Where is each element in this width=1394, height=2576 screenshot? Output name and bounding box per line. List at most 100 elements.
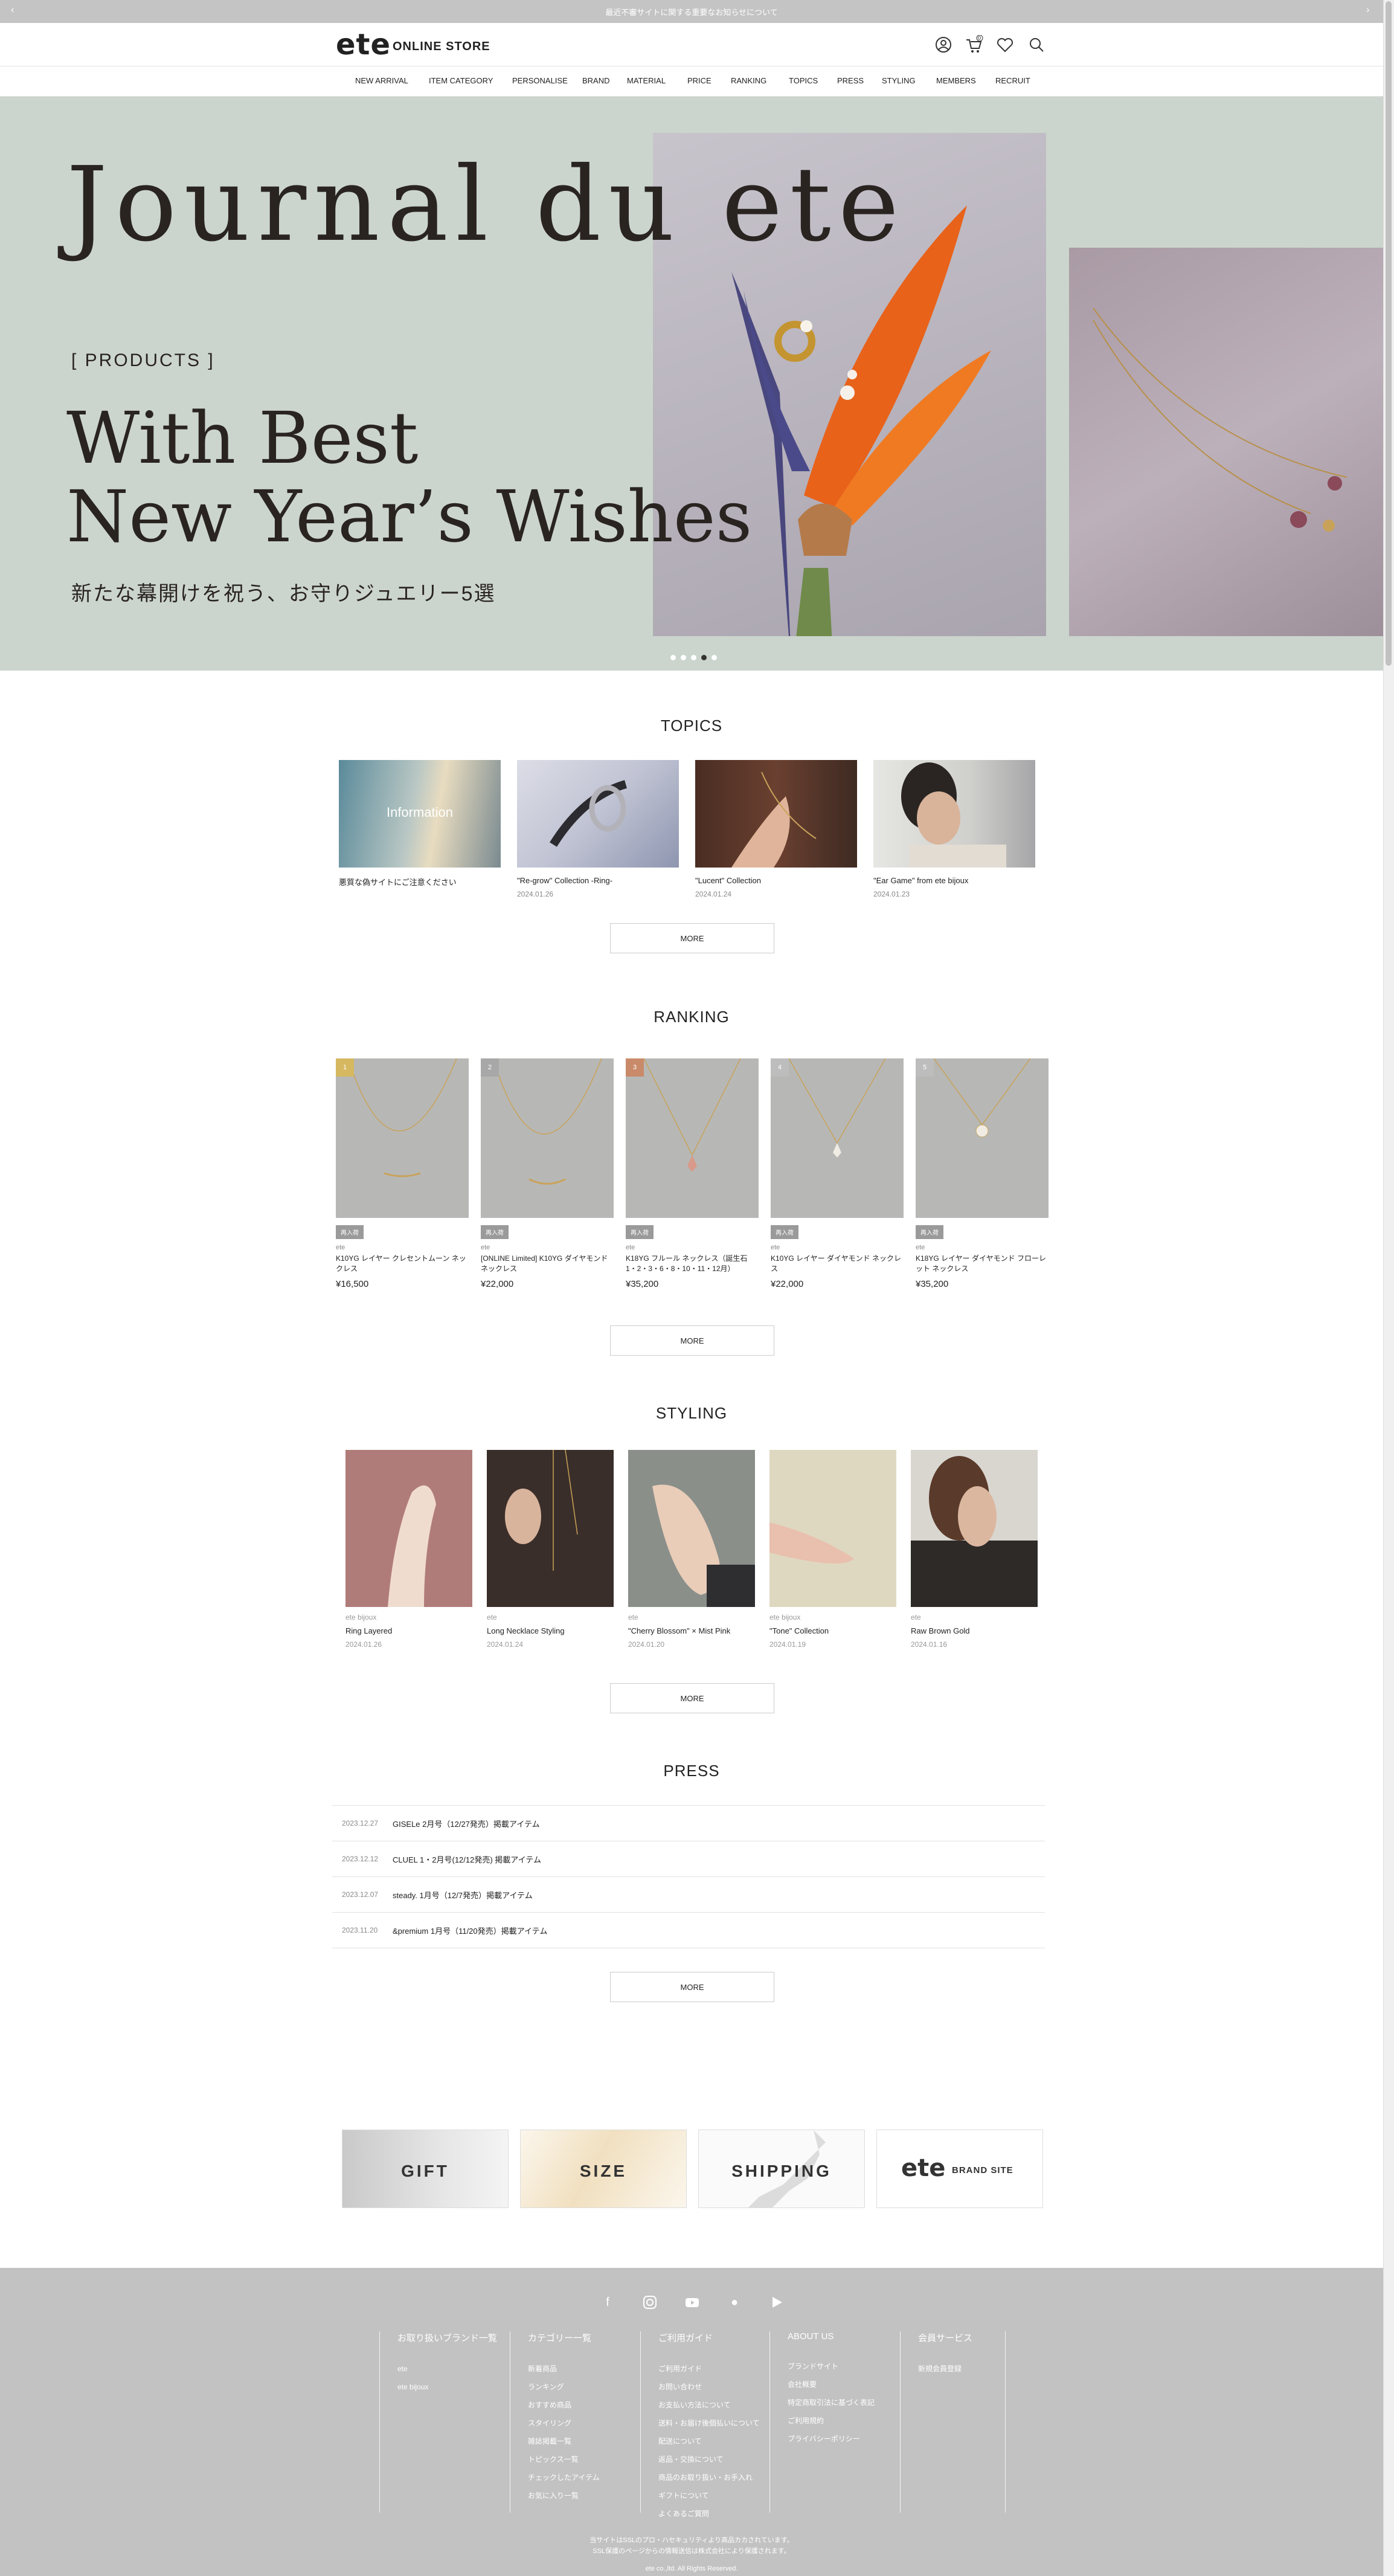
footer-link[interactable]: 商品のお取り扱い・お手入れ [658, 2468, 779, 2487]
nav-item-category[interactable]: ITEM CATEGORY [429, 76, 493, 85]
hero-image-necklace[interactable] [1069, 248, 1383, 636]
hero-carousel[interactable]: Journal du ete [ PRODUCTS ] With Best Ne… [0, 97, 1383, 671]
footer-link[interactable]: よくあるご質問 [658, 2505, 779, 2523]
footer-link[interactable]: 新規会員登録 [918, 2360, 1039, 2378]
favorite-icon[interactable] [995, 35, 1015, 54]
carousel-dot-active[interactable] [701, 655, 707, 660]
press-title[interactable]: steady. 1月号（12/7発売）掲載アイテム [393, 1889, 533, 1901]
topic-image[interactable] [695, 760, 857, 868]
footer-link[interactable]: プライバシーポリシー [788, 2430, 908, 2448]
footer-link[interactable]: ご利用ガイド [658, 2360, 779, 2378]
footer-link[interactable]: おすすめ商品 [528, 2396, 649, 2414]
product-name[interactable]: K10YG レイヤー ダイヤモンド ネックレス [771, 1254, 904, 1274]
topic-title[interactable]: "Lucent" Collection [695, 876, 857, 885]
ranking-item[interactable]: 3 再入荷 ete K18YG フルール ネックレス（誕生石1・2・3・6・8・… [626, 1058, 759, 1289]
footer-link[interactable]: 送料・お届け後個払いについて [658, 2414, 779, 2432]
footer-link[interactable]: お気に入り一覧 [528, 2487, 649, 2505]
play-icon[interactable] [769, 2294, 785, 2310]
styling-image[interactable] [487, 1450, 614, 1607]
footer-link[interactable]: ランキング [528, 2378, 649, 2396]
styling-title[interactable]: "Cherry Blossom" × Mist Pink [628, 1626, 755, 1635]
footer-link[interactable]: お支払い方法について [658, 2396, 779, 2414]
styling-card[interactable]: ete Long Necklace Styling 2024.01.24 [487, 1450, 614, 1649]
topic-title[interactable]: "Re-grow" Collection -Ring- [517, 876, 679, 885]
product-image[interactable]: 4 [771, 1058, 904, 1218]
footer-link[interactable]: 雑誌掲載一覧 [528, 2432, 649, 2450]
footer-link[interactable]: トピックス一覧 [528, 2450, 649, 2468]
product-image[interactable]: 2 [481, 1058, 614, 1218]
product-image[interactable]: 1 [336, 1058, 469, 1218]
footer-link[interactable]: ete [397, 2360, 518, 2378]
footer-link[interactable]: ご利用規約 [788, 2412, 908, 2430]
nav-styling[interactable]: STYLING [882, 76, 916, 85]
footer-link[interactable]: ギフトについて [658, 2487, 779, 2505]
apple-icon[interactable]: ● [727, 2294, 742, 2310]
nav-press[interactable]: PRESS [837, 76, 864, 85]
styling-card[interactable]: ete "Cherry Blossom" × Mist Pink 2024.01… [628, 1450, 755, 1649]
ranking-item[interactable]: 1 再入荷 ete K10YG レイヤー クレセントムーン ネックレス ¥16,… [336, 1058, 469, 1289]
topic-card[interactable]: "Re-grow" Collection -Ring- 2024.01.26 [517, 760, 679, 898]
styling-card[interactable]: ete bijoux Ring Layered 2024.01.26 [345, 1450, 472, 1649]
topic-image[interactable]: Information [339, 760, 501, 868]
ranking-item[interactable]: 4 再入荷 ete K10YG レイヤー ダイヤモンド ネックレス ¥22,00… [771, 1058, 904, 1289]
instagram-icon[interactable] [642, 2294, 658, 2310]
press-row[interactable]: 2023.12.07 steady. 1月号（12/7発売）掲載アイテム [332, 1876, 1045, 1912]
product-name[interactable]: [ONLINE Limited] K10YG ダイヤモンド ネックレス [481, 1254, 614, 1274]
brand-site-banner[interactable]: ete BRAND SITE [876, 2130, 1043, 2208]
site-logo[interactable]: ete [336, 28, 391, 62]
press-more-button[interactable]: MORE [610, 1972, 774, 2002]
nav-recruit[interactable]: RECRUIT [995, 76, 1030, 85]
nav-members[interactable]: MEMBERS [936, 76, 976, 85]
topic-title[interactable]: "Ear Game" from ete bijoux [873, 876, 1035, 885]
ranking-item[interactable]: 2 再入荷 ete [ONLINE Limited] K10YG ダイヤモンド … [481, 1058, 614, 1289]
product-name[interactable]: K18YG レイヤー ダイヤモンド フローレット ネックレス [916, 1254, 1049, 1274]
carousel-dot[interactable] [670, 655, 676, 660]
next-announcement-icon[interactable]: › [1366, 5, 1369, 16]
topics-more-button[interactable]: MORE [610, 923, 774, 953]
topic-card[interactable]: "Ear Game" from ete bijoux 2024.01.23 [873, 760, 1035, 898]
footer-link[interactable]: 会社概要 [788, 2375, 908, 2394]
press-title[interactable]: GISELe 2月号（12/27発売）掲載アイテム [393, 1818, 540, 1829]
account-icon[interactable] [934, 35, 953, 54]
styling-image[interactable] [628, 1450, 755, 1607]
facebook-icon[interactable]: f [600, 2294, 615, 2310]
footer-link[interactable]: 返品・交換について [658, 2450, 779, 2468]
styling-more-button[interactable]: MORE [610, 1683, 774, 1713]
styling-title[interactable]: Long Necklace Styling [487, 1626, 614, 1635]
carousel-dot[interactable] [691, 655, 696, 660]
product-image[interactable]: 3 [626, 1058, 759, 1218]
topic-image[interactable] [873, 760, 1035, 868]
press-row[interactable]: 2023.12.12 CLUEL 1・2月号(12/12発売) 掲載アイテム [332, 1841, 1045, 1876]
press-row[interactable]: 2023.11.20 &premium 1月号（11/20発売）掲載アイテム [332, 1912, 1045, 1948]
hero-headline[interactable]: With Best New Year’s Wishes [66, 399, 752, 556]
styling-image[interactable] [345, 1450, 472, 1607]
footer-link[interactable]: ete bijoux [397, 2378, 518, 2396]
page-scrollbar-thumb[interactable] [1386, 1, 1392, 666]
shipping-banner[interactable]: SHIPPING [698, 2130, 865, 2208]
nav-new-arrival[interactable]: NEW ARRIVAL [355, 76, 408, 85]
footer-link[interactable]: ブランドサイト [788, 2357, 908, 2375]
ranking-item[interactable]: 5 再入荷 ete K18YG レイヤー ダイヤモンド フローレット ネックレス… [916, 1058, 1049, 1289]
topic-card[interactable]: "Lucent" Collection 2024.01.24 [695, 760, 857, 898]
product-image[interactable]: 5 [916, 1058, 1049, 1218]
size-banner[interactable]: SIZE [520, 2130, 687, 2208]
nav-material[interactable]: MATERIAL [627, 76, 666, 85]
topic-card[interactable]: Information 悪質な偽サイトにご注意ください [339, 760, 501, 892]
ranking-more-button[interactable]: MORE [610, 1325, 774, 1356]
announcement-link[interactable]: 最近不審サイトに関する重要なお知らせについて [605, 6, 777, 18]
footer-link[interactable]: お問い合わせ [658, 2378, 779, 2396]
styling-card[interactable]: ete bijoux "Tone" Collection 2024.01.19 [769, 1450, 896, 1649]
carousel-dot[interactable] [711, 655, 717, 660]
product-name[interactable]: K10YG レイヤー クレセントムーン ネックレス [336, 1254, 469, 1274]
footer-link[interactable]: 特定商取引法に基づく表記 [788, 2394, 908, 2412]
footer-link[interactable]: チェックしたアイテム [528, 2468, 649, 2487]
topic-title[interactable]: 悪質な偽サイトにご注意ください [339, 876, 501, 887]
prev-announcement-icon[interactable]: ‹ [11, 5, 14, 16]
styling-card[interactable]: ete Raw Brown Gold 2024.01.16 [911, 1450, 1038, 1649]
carousel-dot[interactable] [681, 655, 686, 660]
footer-link[interactable]: 新着商品 [528, 2360, 649, 2378]
gift-banner[interactable]: GIFT [342, 2130, 509, 2208]
footer-link[interactable]: 配送について [658, 2432, 779, 2450]
press-title[interactable]: &premium 1月号（11/20発売）掲載アイテム [393, 1925, 547, 1936]
styling-image[interactable] [911, 1450, 1038, 1607]
